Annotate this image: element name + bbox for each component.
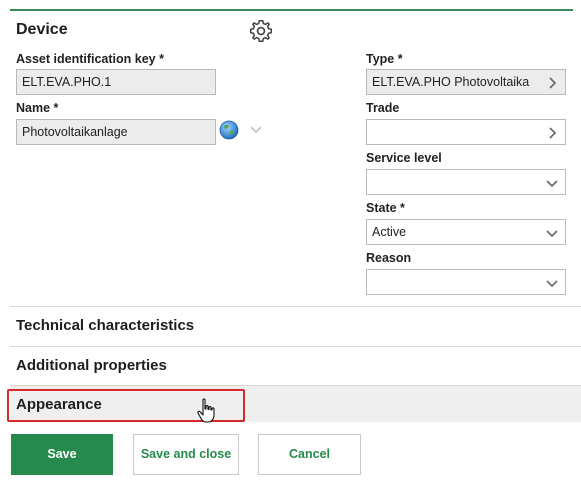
service-level-label: Service level: [366, 151, 442, 165]
chevron-down-icon: [546, 230, 558, 238]
section-divider: [10, 346, 581, 347]
top-accent-line: [10, 9, 573, 11]
state-label: State *: [366, 201, 405, 215]
chevron-down-icon[interactable]: [249, 125, 263, 135]
asset-key-value: ELT.EVA.PHO.1: [22, 75, 112, 89]
type-label: Type *: [366, 52, 403, 66]
save-and-close-button[interactable]: Save and close: [133, 434, 239, 475]
trade-field[interactable]: [366, 119, 566, 145]
type-field[interactable]: ELT.EVA.PHO Photovoltaika: [366, 69, 566, 95]
save-button[interactable]: Save: [11, 434, 113, 475]
service-level-select[interactable]: [366, 169, 566, 195]
reason-label: Reason: [366, 251, 412, 265]
chevron-down-icon: [546, 280, 558, 288]
chevron-down-icon: [546, 180, 558, 188]
chevron-right-icon: [549, 127, 557, 139]
asset-key-field[interactable]: ELT.EVA.PHO.1: [16, 69, 216, 95]
state-value: Active: [372, 225, 407, 239]
globe-icon[interactable]: [219, 120, 239, 140]
name-value: Photovoltaikanlage: [22, 125, 128, 139]
hand-cursor-icon: [197, 398, 215, 423]
asset-key-label: Asset identification key *: [16, 52, 164, 66]
gear-icon[interactable]: [248, 18, 274, 44]
name-label: Name *: [16, 101, 59, 115]
section-divider: [10, 306, 581, 307]
type-value: ELT.EVA.PHO Photovoltaika: [372, 75, 530, 89]
chevron-right-icon: [549, 77, 557, 89]
cancel-button[interactable]: Cancel: [258, 434, 361, 475]
state-select[interactable]: Active: [366, 219, 566, 245]
device-section-title: Device: [16, 21, 68, 38]
additional-properties-header[interactable]: Additional properties: [16, 357, 167, 374]
name-field[interactable]: Photovoltaikanlage: [16, 119, 216, 145]
trade-label: Trade: [366, 101, 400, 115]
reason-select[interactable]: [366, 269, 566, 295]
technical-characteristics-header[interactable]: Technical characteristics: [16, 317, 194, 334]
